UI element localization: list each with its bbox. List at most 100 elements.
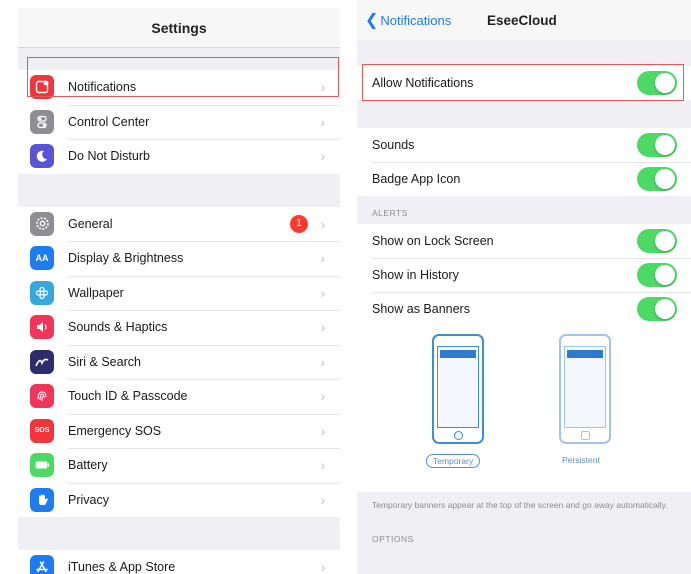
settings-item-wallpaper[interactable]: Wallpaper › (18, 275, 340, 310)
wallpaper-icon (30, 280, 54, 305)
chevron-right-icon: › (320, 353, 326, 370)
speaker-icon (30, 315, 54, 340)
app-notifications-panel: ❮ Notifications EseeCloud Allow Notifica… (357, 0, 691, 574)
toggle-knob (655, 169, 675, 189)
settings-item-sounds-haptics[interactable]: Sounds & Haptics › (18, 310, 340, 345)
allow-notifications-row: Allow Notifications (357, 66, 691, 100)
banner-preview (567, 350, 603, 358)
settings-item-label: Battery (68, 458, 108, 473)
options-section-header: OPTIONS (372, 534, 414, 544)
siri-icon (30, 349, 54, 374)
app-notifications-navbar: ❮ Notifications EseeCloud (357, 0, 691, 40)
settings-item-label: Siri & Search (68, 354, 141, 369)
control-center-icon (30, 109, 54, 134)
show-as-banners-label: Show as Banners (372, 302, 470, 316)
settings-group-3: iTunes & App Store › (18, 550, 340, 574)
settings-item-label: Display & Brightness (68, 251, 184, 266)
settings-item-label: Notifications (68, 80, 137, 95)
fingerprint-icon (30, 384, 54, 409)
show-on-lock-screen-label: Show on Lock Screen (372, 234, 494, 248)
chevron-right-icon: › (320, 250, 326, 267)
settings-item-privacy[interactable]: Privacy › (18, 482, 340, 517)
banner-style-temporary-option[interactable] (432, 334, 484, 444)
badge-app-icon-toggle[interactable] (637, 167, 677, 191)
banner-footnote: Temporary banners appear at the top of t… (372, 500, 668, 510)
toggle-knob (655, 265, 675, 285)
toggle-knob (655, 135, 675, 155)
chevron-right-icon: › (320, 148, 326, 165)
show-as-banners-row: Show as Banners (357, 292, 691, 326)
chevron-left-icon: ❮ (365, 12, 379, 29)
settings-item-siri-search[interactable]: Siri & Search › (18, 344, 340, 379)
banner-style-persistent-option[interactable] (559, 334, 611, 444)
hand-icon (30, 487, 54, 512)
banner-temporary-label[interactable]: Temporary (426, 454, 481, 468)
settings-item-emergency-sos[interactable]: SOS Emergency SOS › (18, 413, 340, 448)
phone-screen (437, 346, 479, 428)
chevron-right-icon: › (320, 319, 326, 336)
home-button-icon (453, 431, 463, 440)
show-on-lock-screen-toggle[interactable] (637, 229, 677, 253)
show-in-history-label: Show in History (372, 268, 459, 282)
moon-icon (30, 144, 54, 169)
settings-item-label: Sounds & Haptics (68, 320, 168, 335)
banner-persistent-label[interactable]: Persistent (556, 454, 606, 466)
badge-app-icon-label: Badge App Icon (372, 172, 461, 186)
show-on-lock-screen-row: Show on Lock Screen (357, 224, 691, 258)
settings-item-label: iTunes & App Store (68, 560, 176, 574)
settings-item-itunes-app-store[interactable]: iTunes & App Store › (18, 550, 340, 574)
settings-item-label: Privacy (68, 492, 109, 507)
chevron-right-icon: › (320, 388, 326, 405)
settings-item-label: Touch ID & Passcode (68, 389, 188, 404)
page-title: Settings (151, 19, 207, 36)
settings-group-1: Notifications › Control Center › Do Not … (18, 70, 340, 174)
allow-notifications-toggle[interactable] (637, 71, 677, 95)
chevron-right-icon: › (320, 491, 326, 508)
chevron-right-icon: › (320, 284, 326, 301)
sounds-toggle[interactable] (637, 133, 677, 157)
chevron-right-icon: › (320, 215, 326, 232)
gear-icon (30, 211, 54, 236)
settings-item-notifications[interactable]: Notifications › (18, 70, 340, 105)
banner-preview (440, 350, 476, 358)
settings-panel: Settings Notifications › Control Center … (18, 8, 340, 574)
chevron-right-icon: › (320, 422, 326, 439)
banner-style-picker: Temporary Persistent (357, 326, 691, 492)
settings-item-battery[interactable]: Battery › (18, 448, 340, 483)
toggle-knob (655, 73, 675, 93)
settings-item-label: Do Not Disturb (68, 149, 150, 164)
back-label: Notifications (380, 12, 452, 28)
notification-badge: 1 (290, 214, 308, 233)
sounds-label: Sounds (372, 138, 415, 152)
battery-icon (30, 453, 54, 478)
settings-item-control-center[interactable]: Control Center › (18, 104, 340, 139)
chevron-right-icon: › (320, 457, 326, 474)
settings-item-general[interactable]: General 1 › (18, 206, 340, 241)
notifications-icon (30, 75, 54, 100)
sos-icon: SOS (30, 418, 54, 443)
alerts-section-header: ALERTS (372, 208, 408, 218)
chevron-right-icon: › (320, 559, 326, 574)
chevron-right-icon: › (320, 113, 326, 130)
settings-group-2: General 1 › AA Display & Brightness › Wa… (18, 206, 340, 517)
sounds-row: Sounds (357, 128, 691, 162)
show-in-history-toggle[interactable] (637, 263, 677, 287)
settings-item-touch-id-passcode[interactable]: Touch ID & Passcode › (18, 379, 340, 414)
show-as-banners-toggle[interactable] (637, 297, 677, 321)
chevron-right-icon: › (320, 79, 326, 96)
app-store-icon (30, 555, 54, 574)
settings-item-label: Wallpaper (68, 285, 124, 300)
home-button-icon (580, 431, 590, 440)
toggle-knob (655, 231, 675, 251)
allow-notifications-label: Allow Notifications (372, 76, 474, 90)
settings-item-label: Control Center (68, 114, 150, 129)
toggle-knob (655, 299, 675, 319)
settings-item-display-brightness[interactable]: AA Display & Brightness › (18, 241, 340, 276)
display-icon: AA (30, 246, 54, 271)
settings-item-do-not-disturb[interactable]: Do Not Disturb › (18, 139, 340, 174)
page-title: EseeCloud (487, 12, 557, 28)
settings-item-label: General (68, 216, 113, 231)
section-gap (18, 173, 340, 207)
back-button[interactable]: ❮ Notifications (365, 10, 451, 30)
